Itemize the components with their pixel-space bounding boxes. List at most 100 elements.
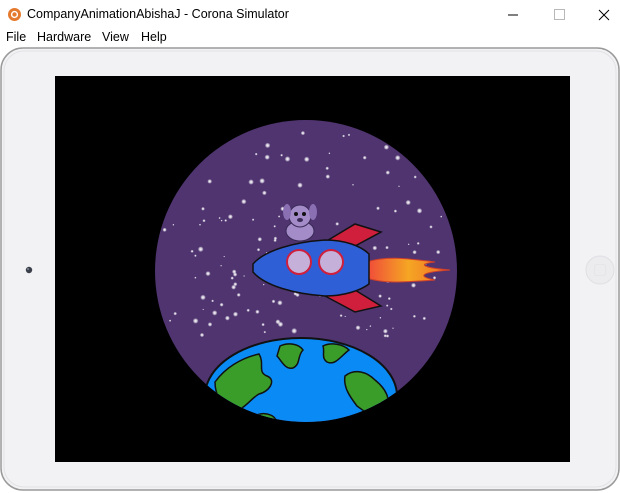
star bbox=[202, 308, 204, 311]
star bbox=[369, 325, 372, 328]
star bbox=[284, 156, 291, 162]
star bbox=[190, 249, 194, 253]
star bbox=[172, 223, 175, 226]
maximize-icon bbox=[554, 9, 565, 20]
simulator-area bbox=[0, 47, 620, 493]
star bbox=[280, 153, 283, 157]
minimize-button[interactable] bbox=[494, 0, 539, 29]
star bbox=[376, 206, 380, 211]
star bbox=[264, 142, 271, 149]
star bbox=[378, 294, 382, 298]
star bbox=[416, 241, 420, 245]
star bbox=[173, 311, 177, 316]
star bbox=[277, 215, 281, 218]
star bbox=[256, 248, 261, 252]
star bbox=[243, 275, 246, 277]
star bbox=[300, 130, 306, 136]
star bbox=[194, 254, 197, 257]
star bbox=[328, 152, 331, 155]
star bbox=[241, 198, 247, 205]
star bbox=[436, 249, 441, 255]
star bbox=[291, 327, 298, 334]
corona-simulator-icon bbox=[7, 7, 22, 22]
star bbox=[262, 283, 265, 286]
star bbox=[385, 334, 390, 338]
menu-file[interactable]: File bbox=[6, 30, 26, 44]
star bbox=[220, 219, 223, 222]
star bbox=[432, 276, 437, 280]
star bbox=[413, 175, 417, 179]
maximize-button[interactable] bbox=[536, 0, 581, 29]
star bbox=[271, 299, 276, 304]
star bbox=[218, 216, 221, 220]
star bbox=[422, 316, 427, 321]
front-camera-icon bbox=[25, 266, 33, 274]
star bbox=[389, 307, 393, 311]
star bbox=[197, 246, 204, 253]
menu-hardware[interactable]: Hardware bbox=[37, 30, 91, 44]
star bbox=[398, 185, 400, 188]
star bbox=[385, 304, 389, 307]
minimize-icon bbox=[508, 14, 518, 16]
star bbox=[231, 284, 237, 290]
star bbox=[303, 156, 310, 163]
star bbox=[365, 328, 368, 331]
star bbox=[202, 219, 206, 223]
menu-bar: File Hardware View Help bbox=[0, 29, 620, 47]
star bbox=[211, 299, 215, 303]
star bbox=[339, 314, 343, 318]
star bbox=[162, 227, 167, 232]
star bbox=[385, 245, 389, 250]
star bbox=[347, 133, 351, 137]
star bbox=[227, 214, 233, 220]
star bbox=[387, 297, 391, 301]
menu-help[interactable]: Help bbox=[141, 30, 167, 44]
star bbox=[264, 154, 270, 160]
star bbox=[383, 144, 390, 150]
home-button[interactable] bbox=[584, 253, 616, 287]
close-icon bbox=[598, 9, 610, 21]
star bbox=[342, 134, 345, 138]
close-button[interactable] bbox=[578, 0, 620, 29]
star bbox=[232, 272, 238, 277]
star bbox=[220, 264, 223, 267]
star bbox=[207, 322, 213, 327]
star bbox=[273, 236, 278, 241]
star bbox=[194, 276, 197, 279]
star bbox=[372, 245, 378, 251]
star bbox=[385, 170, 390, 175]
star bbox=[277, 321, 284, 328]
star bbox=[255, 309, 260, 314]
star bbox=[201, 206, 205, 211]
star bbox=[168, 319, 172, 322]
star bbox=[246, 308, 250, 312]
star bbox=[392, 327, 394, 330]
star bbox=[200, 294, 206, 301]
space-scene bbox=[155, 120, 457, 422]
title-bar[interactable]: CompanyAnimationAbishaJ - Corona Simulat… bbox=[0, 0, 620, 29]
star bbox=[412, 314, 416, 318]
star bbox=[429, 225, 433, 229]
star bbox=[232, 311, 239, 317]
star bbox=[224, 315, 230, 321]
star bbox=[199, 332, 205, 338]
star bbox=[277, 300, 283, 306]
star bbox=[407, 243, 410, 246]
star bbox=[198, 223, 202, 226]
star bbox=[251, 218, 255, 221]
star bbox=[379, 316, 382, 319]
star bbox=[412, 250, 417, 255]
device-screen[interactable] bbox=[55, 76, 570, 462]
star bbox=[362, 155, 367, 160]
star bbox=[254, 152, 258, 156]
star bbox=[416, 208, 423, 214]
star bbox=[257, 237, 263, 242]
star bbox=[273, 225, 276, 228]
star bbox=[405, 199, 411, 206]
menu-view[interactable]: View bbox=[102, 30, 129, 44]
star bbox=[325, 166, 330, 171]
star bbox=[440, 215, 443, 218]
star bbox=[219, 302, 224, 307]
star bbox=[352, 183, 354, 186]
star bbox=[223, 255, 225, 258]
